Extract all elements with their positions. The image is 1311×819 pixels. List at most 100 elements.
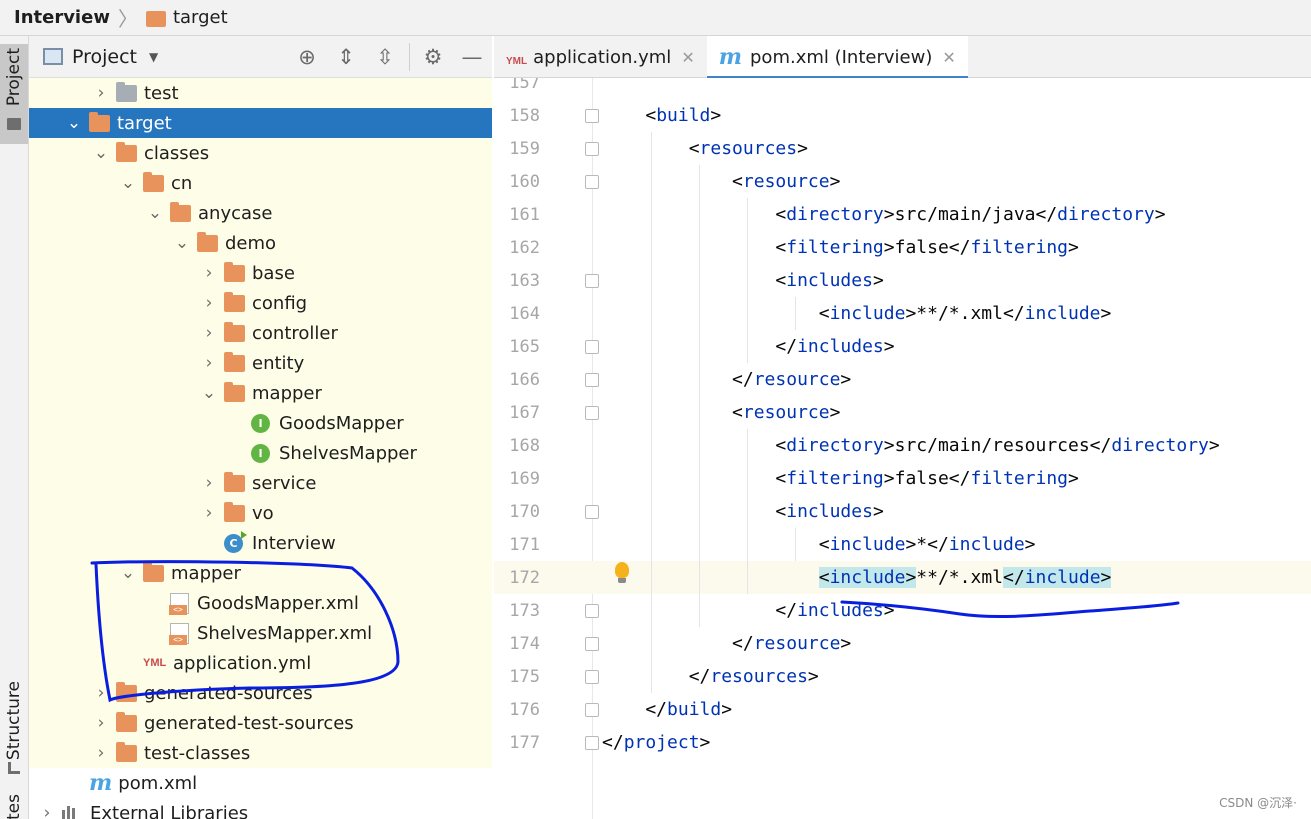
chevron-down-icon[interactable]: ⌄ xyxy=(198,383,220,403)
tree-node[interactable]: ⌄ anycase xyxy=(29,198,492,228)
fold-marker-icon[interactable] xyxy=(585,108,599,123)
tree-node[interactable]: › test xyxy=(29,78,492,108)
tree-node[interactable]: I GoodsMapper xyxy=(29,408,492,438)
code-line[interactable]: 166 </resource> xyxy=(494,363,1311,396)
tree-node[interactable]: › generated-sources xyxy=(29,678,492,708)
code-line[interactable]: 160 <resource> xyxy=(494,165,1311,198)
code-line[interactable]: 163 <includes> xyxy=(494,264,1311,297)
code-line[interactable]: 157 xyxy=(494,78,1311,99)
code-line[interactable]: 168 <directory>src/main/resources</direc… xyxy=(494,429,1311,462)
chevron-down-icon[interactable]: ⌄ xyxy=(63,113,85,133)
chevron-right-icon[interactable]: › xyxy=(90,743,112,763)
locate-icon[interactable]: ⊕ xyxy=(295,45,319,69)
fold-marker-icon[interactable] xyxy=(585,141,599,156)
tree-node[interactable]: ShelvesMapper.xml xyxy=(29,618,492,648)
tree-node[interactable]: ⌄ classes xyxy=(29,138,492,168)
code-line[interactable]: 162 <filtering>false</filtering> xyxy=(494,231,1311,264)
fold-marker-icon[interactable] xyxy=(585,636,599,651)
chevron-down-icon[interactable]: ⌄ xyxy=(90,143,112,163)
tree-node[interactable]: › test-classes xyxy=(29,738,492,768)
tree-node[interactable]: › generated-test-sources xyxy=(29,708,492,738)
line-number: 165 xyxy=(509,336,540,357)
project-tool-tab[interactable]: Project xyxy=(0,44,28,144)
code-line[interactable]: 170 <includes> xyxy=(494,495,1311,528)
fold-marker-icon[interactable] xyxy=(585,273,599,288)
chevron-right-icon[interactable]: › xyxy=(90,83,112,103)
code-line[interactable]: 177 </project> xyxy=(494,726,1311,759)
structure-icon xyxy=(8,762,20,774)
close-icon[interactable]: ✕ xyxy=(942,48,955,67)
tree-node-label: controller xyxy=(252,322,338,344)
tab-application-yml[interactable]: YML application.yml ✕ xyxy=(494,36,707,78)
chevron-right-icon[interactable]: › xyxy=(90,713,112,733)
fold-marker-icon[interactable] xyxy=(585,735,599,750)
tree-node[interactable]: › External Libraries xyxy=(29,798,492,819)
chevron-down-icon[interactable]: ⌄ xyxy=(117,173,139,193)
tree-node[interactable]: › entity xyxy=(29,348,492,378)
code-line[interactable]: 173 </includes> xyxy=(494,594,1311,627)
tree-node[interactable]: m pom.xml xyxy=(29,768,492,798)
tree-node[interactable]: ⌄ cn xyxy=(29,168,492,198)
code-line[interactable]: 169 <filtering>false</filtering> xyxy=(494,462,1311,495)
code-line[interactable]: 174 </resource> xyxy=(494,627,1311,660)
tree-node[interactable]: GoodsMapper.xml xyxy=(29,588,492,618)
fold-marker-icon[interactable] xyxy=(585,405,599,420)
tree-node[interactable]: › controller xyxy=(29,318,492,348)
code-editor[interactable]: 157 158 <build> 159 <resources> 160 <resour… xyxy=(494,78,1311,819)
code-line[interactable]: 158 <build> xyxy=(494,99,1311,132)
chevron-down-icon[interactable]: ⌄ xyxy=(171,233,193,253)
fold-marker-icon[interactable] xyxy=(585,372,599,387)
line-number: 157 xyxy=(509,78,540,93)
lightbulb-icon[interactable] xyxy=(615,562,629,583)
code-line[interactable]: 176 </build> xyxy=(494,693,1311,726)
chevron-right-icon[interactable]: › xyxy=(90,683,112,703)
chevron-down-icon[interactable]: ⌄ xyxy=(117,563,139,583)
tree-node[interactable]: › base xyxy=(29,258,492,288)
tree-node[interactable]: ⌄ mapper xyxy=(29,378,492,408)
tree-node[interactable]: › config xyxy=(29,288,492,318)
tree-node[interactable]: ⌄ target xyxy=(29,108,492,138)
chevron-down-icon[interactable]: ⌄ xyxy=(144,203,166,223)
gear-icon[interactable]: ⚙ xyxy=(421,45,445,69)
fold-marker-icon[interactable] xyxy=(585,339,599,354)
code-line[interactable]: 159 <resources> xyxy=(494,132,1311,165)
fold-marker-icon[interactable] xyxy=(585,174,599,189)
indent-guide xyxy=(795,528,796,561)
tree-node[interactable]: › service xyxy=(29,468,492,498)
code-line[interactable]: 171 <include>*</include> xyxy=(494,528,1311,561)
chevron-right-icon[interactable]: › xyxy=(198,263,220,283)
fold-marker-icon[interactable] xyxy=(585,669,599,684)
chevron-right-icon[interactable]: › xyxy=(198,503,220,523)
fold-marker-icon[interactable] xyxy=(585,504,599,519)
chevron-right-icon[interactable]: › xyxy=(198,323,220,343)
tree-node[interactable]: › vo xyxy=(29,498,492,528)
code-line[interactable]: 161 <directory>src/main/java</directory> xyxy=(494,198,1311,231)
code-line[interactable]: 164 <include>**/*.xml</include> xyxy=(494,297,1311,330)
chevron-right-icon[interactable]: › xyxy=(36,803,58,819)
tree-node[interactable]: ⌄ mapper xyxy=(29,558,492,588)
close-icon[interactable]: ✕ xyxy=(681,48,694,67)
breadcrumb-folder[interactable]: target xyxy=(173,7,228,28)
expand-all-icon[interactable]: ⇕ xyxy=(334,45,358,69)
chevron-right-icon[interactable]: › xyxy=(198,473,220,493)
code-text: <include>**/*.xml</include> xyxy=(818,567,1112,588)
tab-pom-xml[interactable]: m pom.xml (Interview) ✕ xyxy=(706,36,968,79)
code-line[interactable]: 165 </includes> xyxy=(494,330,1311,363)
collapse-all-icon[interactable]: ⇳ xyxy=(373,45,397,69)
code-line[interactable]: 167 <resource> xyxy=(494,396,1311,429)
chevron-down-icon[interactable]: ▼ xyxy=(149,50,158,64)
favorites-tool-tab[interactable]: tes xyxy=(0,794,28,819)
structure-tool-tab[interactable]: Structure xyxy=(0,666,28,776)
fold-marker-icon[interactable] xyxy=(585,702,599,717)
tree-node[interactable]: C Interview xyxy=(29,528,492,558)
fold-marker-icon[interactable] xyxy=(585,603,599,618)
tree-node[interactable]: ⌄ demo xyxy=(29,228,492,258)
minimize-icon[interactable]: — xyxy=(460,45,484,69)
chevron-right-icon[interactable]: › xyxy=(198,293,220,313)
breadcrumb-project[interactable]: Interview xyxy=(14,7,110,28)
chevron-right-icon[interactable]: › xyxy=(198,353,220,373)
code-line[interactable]: 175 </resources> xyxy=(494,660,1311,693)
tree-node[interactable]: YML application.yml xyxy=(29,648,492,678)
project-panel-title[interactable]: Project xyxy=(72,46,137,68)
tree-node[interactable]: I ShelvesMapper xyxy=(29,438,492,468)
